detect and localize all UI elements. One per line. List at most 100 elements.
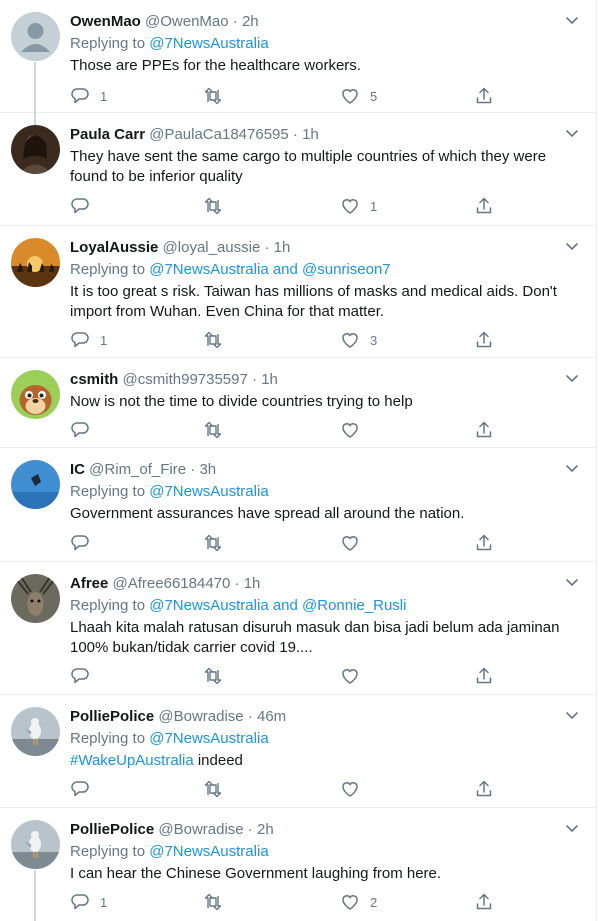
timestamp[interactable]: 2h <box>242 13 259 30</box>
like-button[interactable]: 5 <box>340 85 377 107</box>
replying-to-link[interactable]: @7NewsAustralia <box>149 35 268 52</box>
replying-to-link[interactable]: @7NewsAustralia <box>149 483 268 500</box>
tweet-actions <box>70 778 510 800</box>
tweet[interactable]: PolliePolice @Bowradise · 46m Replying t… <box>0 695 596 808</box>
retweet-button[interactable] <box>203 419 233 441</box>
chevron-down-icon[interactable] <box>564 574 580 590</box>
share-button[interactable] <box>474 891 494 913</box>
user-handle[interactable]: @Bowradise <box>158 708 243 725</box>
share-button[interactable] <box>474 778 494 800</box>
like-button[interactable] <box>340 778 370 800</box>
display-name[interactable]: OwenMao <box>70 13 141 30</box>
avatar[interactable] <box>11 238 60 287</box>
display-name[interactable]: Afree <box>70 575 108 592</box>
chevron-down-icon[interactable] <box>564 707 580 723</box>
hashtag-link[interactable]: #WakeUpAustralia <box>70 752 194 769</box>
chevron-down-icon[interactable] <box>564 12 580 28</box>
avatar[interactable] <box>11 574 60 623</box>
like-button[interactable]: 1 <box>340 195 377 217</box>
avatar[interactable] <box>11 12 60 61</box>
replying-to-link[interactable]: @7NewsAustralia <box>149 843 268 860</box>
like-button[interactable]: 3 <box>340 329 377 351</box>
tweet[interactable]: PolliePolice @Bowradise · 2h Replying to… <box>0 808 596 921</box>
chevron-down-icon[interactable] <box>564 460 580 476</box>
retweet-icon <box>204 667 222 685</box>
tweet-header: IC @Rim_of_Fire · 3h <box>70 460 584 480</box>
user-handle[interactable]: @PaulaCa18476595 <box>149 126 289 143</box>
reply-icon <box>71 198 89 214</box>
avatar[interactable] <box>11 707 60 756</box>
retweet-button[interactable] <box>203 665 233 687</box>
reply-button[interactable] <box>70 665 100 687</box>
chevron-down-icon[interactable] <box>564 820 580 836</box>
tweet[interactable]: Paula Carr @PaulaCa18476595 · 1h They ha… <box>0 113 596 226</box>
share-icon <box>476 893 492 910</box>
tweet[interactable]: IC @Rim_of_Fire · 3h Replying to @7NewsA… <box>0 448 596 562</box>
avatar[interactable] <box>11 460 60 509</box>
chevron-down-icon[interactable] <box>564 125 580 141</box>
reply-button[interactable] <box>70 195 100 217</box>
share-button[interactable] <box>474 85 494 107</box>
display-name[interactable]: PolliePolice <box>70 708 154 725</box>
display-name[interactable]: LoyalAussie <box>70 239 158 256</box>
like-button[interactable]: 2 <box>340 891 377 913</box>
tweet[interactable]: OwenMao @OwenMao · 2h Replying to @7News… <box>0 0 596 114</box>
display-name[interactable]: Paula Carr <box>70 126 145 143</box>
separator: · <box>288 126 303 143</box>
replying-to-link[interactable]: @7NewsAustralia <box>149 730 268 747</box>
retweet-button[interactable] <box>203 891 233 913</box>
like-button[interactable] <box>340 532 370 554</box>
retweet-button[interactable] <box>203 85 233 107</box>
replying-to-link[interactable]: @7NewsAustralia and @sunriseon7 <box>149 261 390 278</box>
reply-button[interactable] <box>70 419 100 441</box>
user-handle[interactable]: @Rim_of_Fire <box>89 461 186 478</box>
retweet-button[interactable] <box>203 778 233 800</box>
display-name[interactable]: IC <box>70 461 85 478</box>
tweet-feed: OwenMao @OwenMao · 2h Replying to @7News… <box>0 0 597 921</box>
retweet-button[interactable] <box>203 532 233 554</box>
avatar[interactable] <box>11 820 60 869</box>
chevron-down-icon[interactable] <box>564 370 580 386</box>
share-button[interactable] <box>474 532 494 554</box>
reply-button[interactable]: 1 <box>70 329 107 351</box>
reply-button[interactable] <box>70 532 100 554</box>
timestamp[interactable]: 1h <box>302 126 319 143</box>
share-button[interactable] <box>474 419 494 441</box>
timestamp[interactable]: 2h <box>257 821 274 838</box>
display-name[interactable]: PolliePolice <box>70 821 154 838</box>
display-name[interactable]: csmith <box>70 371 118 388</box>
reply-button[interactable]: 1 <box>70 891 107 913</box>
share-button[interactable] <box>474 665 494 687</box>
reply-button[interactable]: 1 <box>70 85 107 107</box>
tweet-text: Lhaah kita malah ratusan disuruh masuk d… <box>70 619 560 656</box>
timestamp[interactable]: 3h <box>199 461 216 478</box>
replying-to: Replying to @7NewsAustralia <box>70 482 584 502</box>
timestamp[interactable]: 1h <box>244 575 261 592</box>
timestamp[interactable]: 1h <box>274 239 291 256</box>
user-handle[interactable]: @Afree66184470 <box>113 575 231 592</box>
replying-to-link[interactable]: @7NewsAustralia and @Ronnie_Rusli <box>149 597 406 614</box>
replying-to: Replying to @7NewsAustralia and @Ronnie_… <box>70 596 584 616</box>
chevron-down-icon[interactable] <box>564 238 580 254</box>
avatar[interactable] <box>11 125 60 174</box>
tweet[interactable]: LoyalAussie @loyal_aussie · 1h Replying … <box>0 226 596 358</box>
share-button[interactable] <box>474 329 494 351</box>
tweet[interactable]: Afree @Afree66184470 · 1h Replying to @7… <box>0 562 596 695</box>
tweet[interactable]: csmith @csmith99735597 · 1h Now is not t… <box>0 358 596 448</box>
retweet-button[interactable] <box>203 195 233 217</box>
timestamp[interactable]: 1h <box>261 371 278 388</box>
tweet-header: PolliePolice @Bowradise · 2h <box>70 820 584 840</box>
reply-button[interactable] <box>70 778 100 800</box>
user-handle[interactable]: @loyal_aussie <box>163 239 261 256</box>
timestamp[interactable]: 46m <box>257 708 286 725</box>
tweet-text: They have sent the same cargo to multipl… <box>70 148 547 185</box>
avatar[interactable] <box>11 370 60 419</box>
like-button[interactable] <box>340 665 370 687</box>
user-handle[interactable]: @OwenMao <box>145 13 229 30</box>
tweet-content: IC @Rim_of_Fire · 3h Replying to @7NewsA… <box>70 460 584 524</box>
share-button[interactable] <box>474 195 494 217</box>
user-handle[interactable]: @Bowradise <box>158 821 243 838</box>
user-handle[interactable]: @csmith99735597 <box>123 371 248 388</box>
retweet-button[interactable] <box>203 329 233 351</box>
like-button[interactable] <box>340 419 370 441</box>
